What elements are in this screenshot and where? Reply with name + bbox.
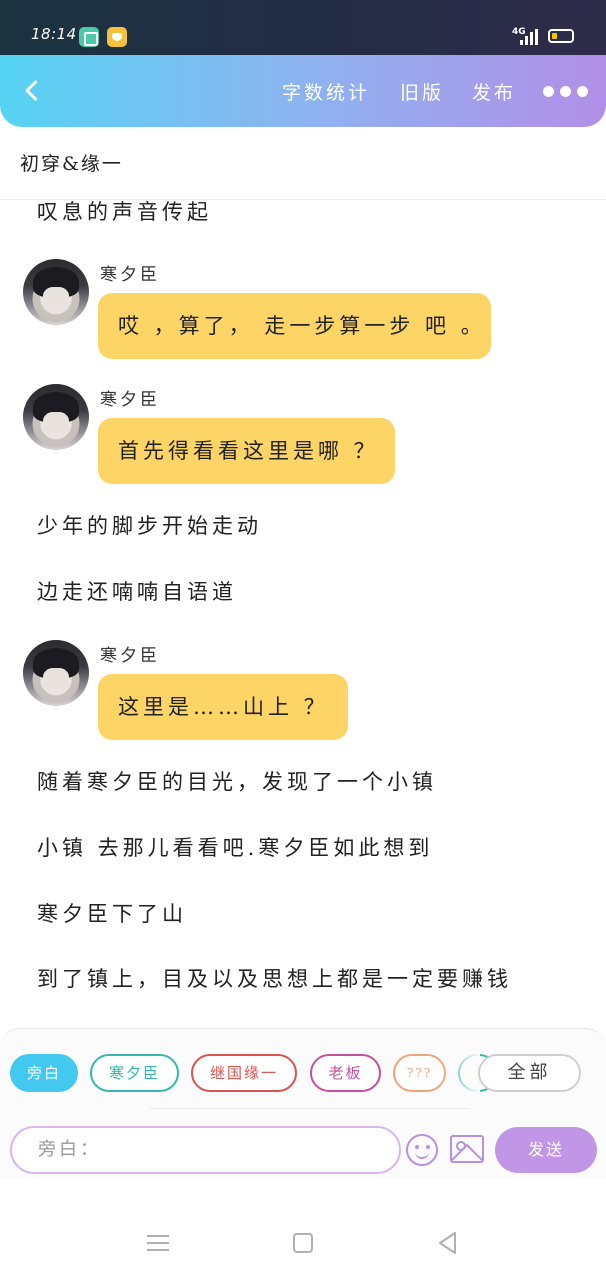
publish-button[interactable]: 发布	[472, 78, 516, 105]
narration-line[interactable]: 寒夕臣下了山	[37, 898, 187, 928]
avatar[interactable]	[23, 640, 89, 706]
role-chip-boss[interactable]: 老板	[310, 1054, 381, 1092]
role-chip-hanxichen[interactable]: 寒夕臣	[90, 1054, 179, 1092]
battery-icon	[548, 29, 574, 43]
narration-line[interactable]: 随着寒夕臣的目光，发现了一个小镇	[37, 766, 437, 796]
status-bar: 18:14 4G	[0, 0, 606, 55]
narration-line[interactable]: 叹息的声音传起	[37, 196, 212, 226]
signal-icon	[520, 29, 538, 45]
chat-title: 初穿&缘一	[20, 153, 123, 175]
speaker-name: 寒夕臣	[100, 646, 160, 666]
speaker-name: 寒夕臣	[100, 390, 160, 410]
nav-back-icon[interactable]	[437, 1231, 457, 1255]
more-icon[interactable]	[540, 86, 590, 98]
avatar[interactable]	[23, 259, 89, 325]
avatar[interactable]	[23, 384, 89, 450]
home-icon[interactable]	[293, 1233, 313, 1253]
back-icon[interactable]	[22, 79, 44, 101]
role-chip-unknown[interactable]: ???	[393, 1054, 446, 1092]
message-input[interactable]: 旁白：	[10, 1126, 401, 1174]
notification-app-icon	[79, 27, 99, 47]
word-count-button[interactable]: 字数统计	[282, 78, 370, 105]
send-button[interactable]: 发送	[495, 1127, 597, 1173]
status-time: 18:14	[31, 25, 77, 43]
speech-bubble[interactable]: 哎 ，算了， 走一步算一步 吧 。	[98, 293, 491, 359]
role-chip-narration[interactable]: 旁白	[10, 1054, 78, 1092]
chip-scroll-fade	[440, 1050, 480, 1096]
notification-app-icon-2	[107, 27, 127, 47]
image-icon[interactable]	[450, 1135, 484, 1163]
chips-divider	[150, 1108, 470, 1109]
emoji-icon[interactable]	[406, 1134, 438, 1166]
speech-bubble[interactable]: 首先得看看这里是哪 ？	[98, 418, 395, 484]
speech-bubble[interactable]: 这里是……山上 ？	[98, 674, 348, 740]
role-chip-jiguo-yuanyi[interactable]: 继国缘一	[191, 1054, 297, 1092]
narration-line[interactable]: 边走还喃喃自语道	[37, 576, 237, 606]
narration-line[interactable]: 到了镇上，目及以及思想上都是一定要赚钱	[37, 963, 512, 993]
speaker-name: 寒夕臣	[100, 265, 160, 285]
old-version-button[interactable]: 旧版	[400, 78, 444, 105]
recent-apps-icon[interactable]	[147, 1234, 169, 1252]
narration-line[interactable]: 少年的脚步开始走动	[37, 510, 262, 540]
narration-line[interactable]: 小镇 去那儿看看吧.寒夕臣如此想到	[37, 832, 433, 862]
all-roles-button[interactable]: 全部	[478, 1054, 581, 1092]
header-bar: 字数统计 旧版 发布	[0, 55, 606, 127]
